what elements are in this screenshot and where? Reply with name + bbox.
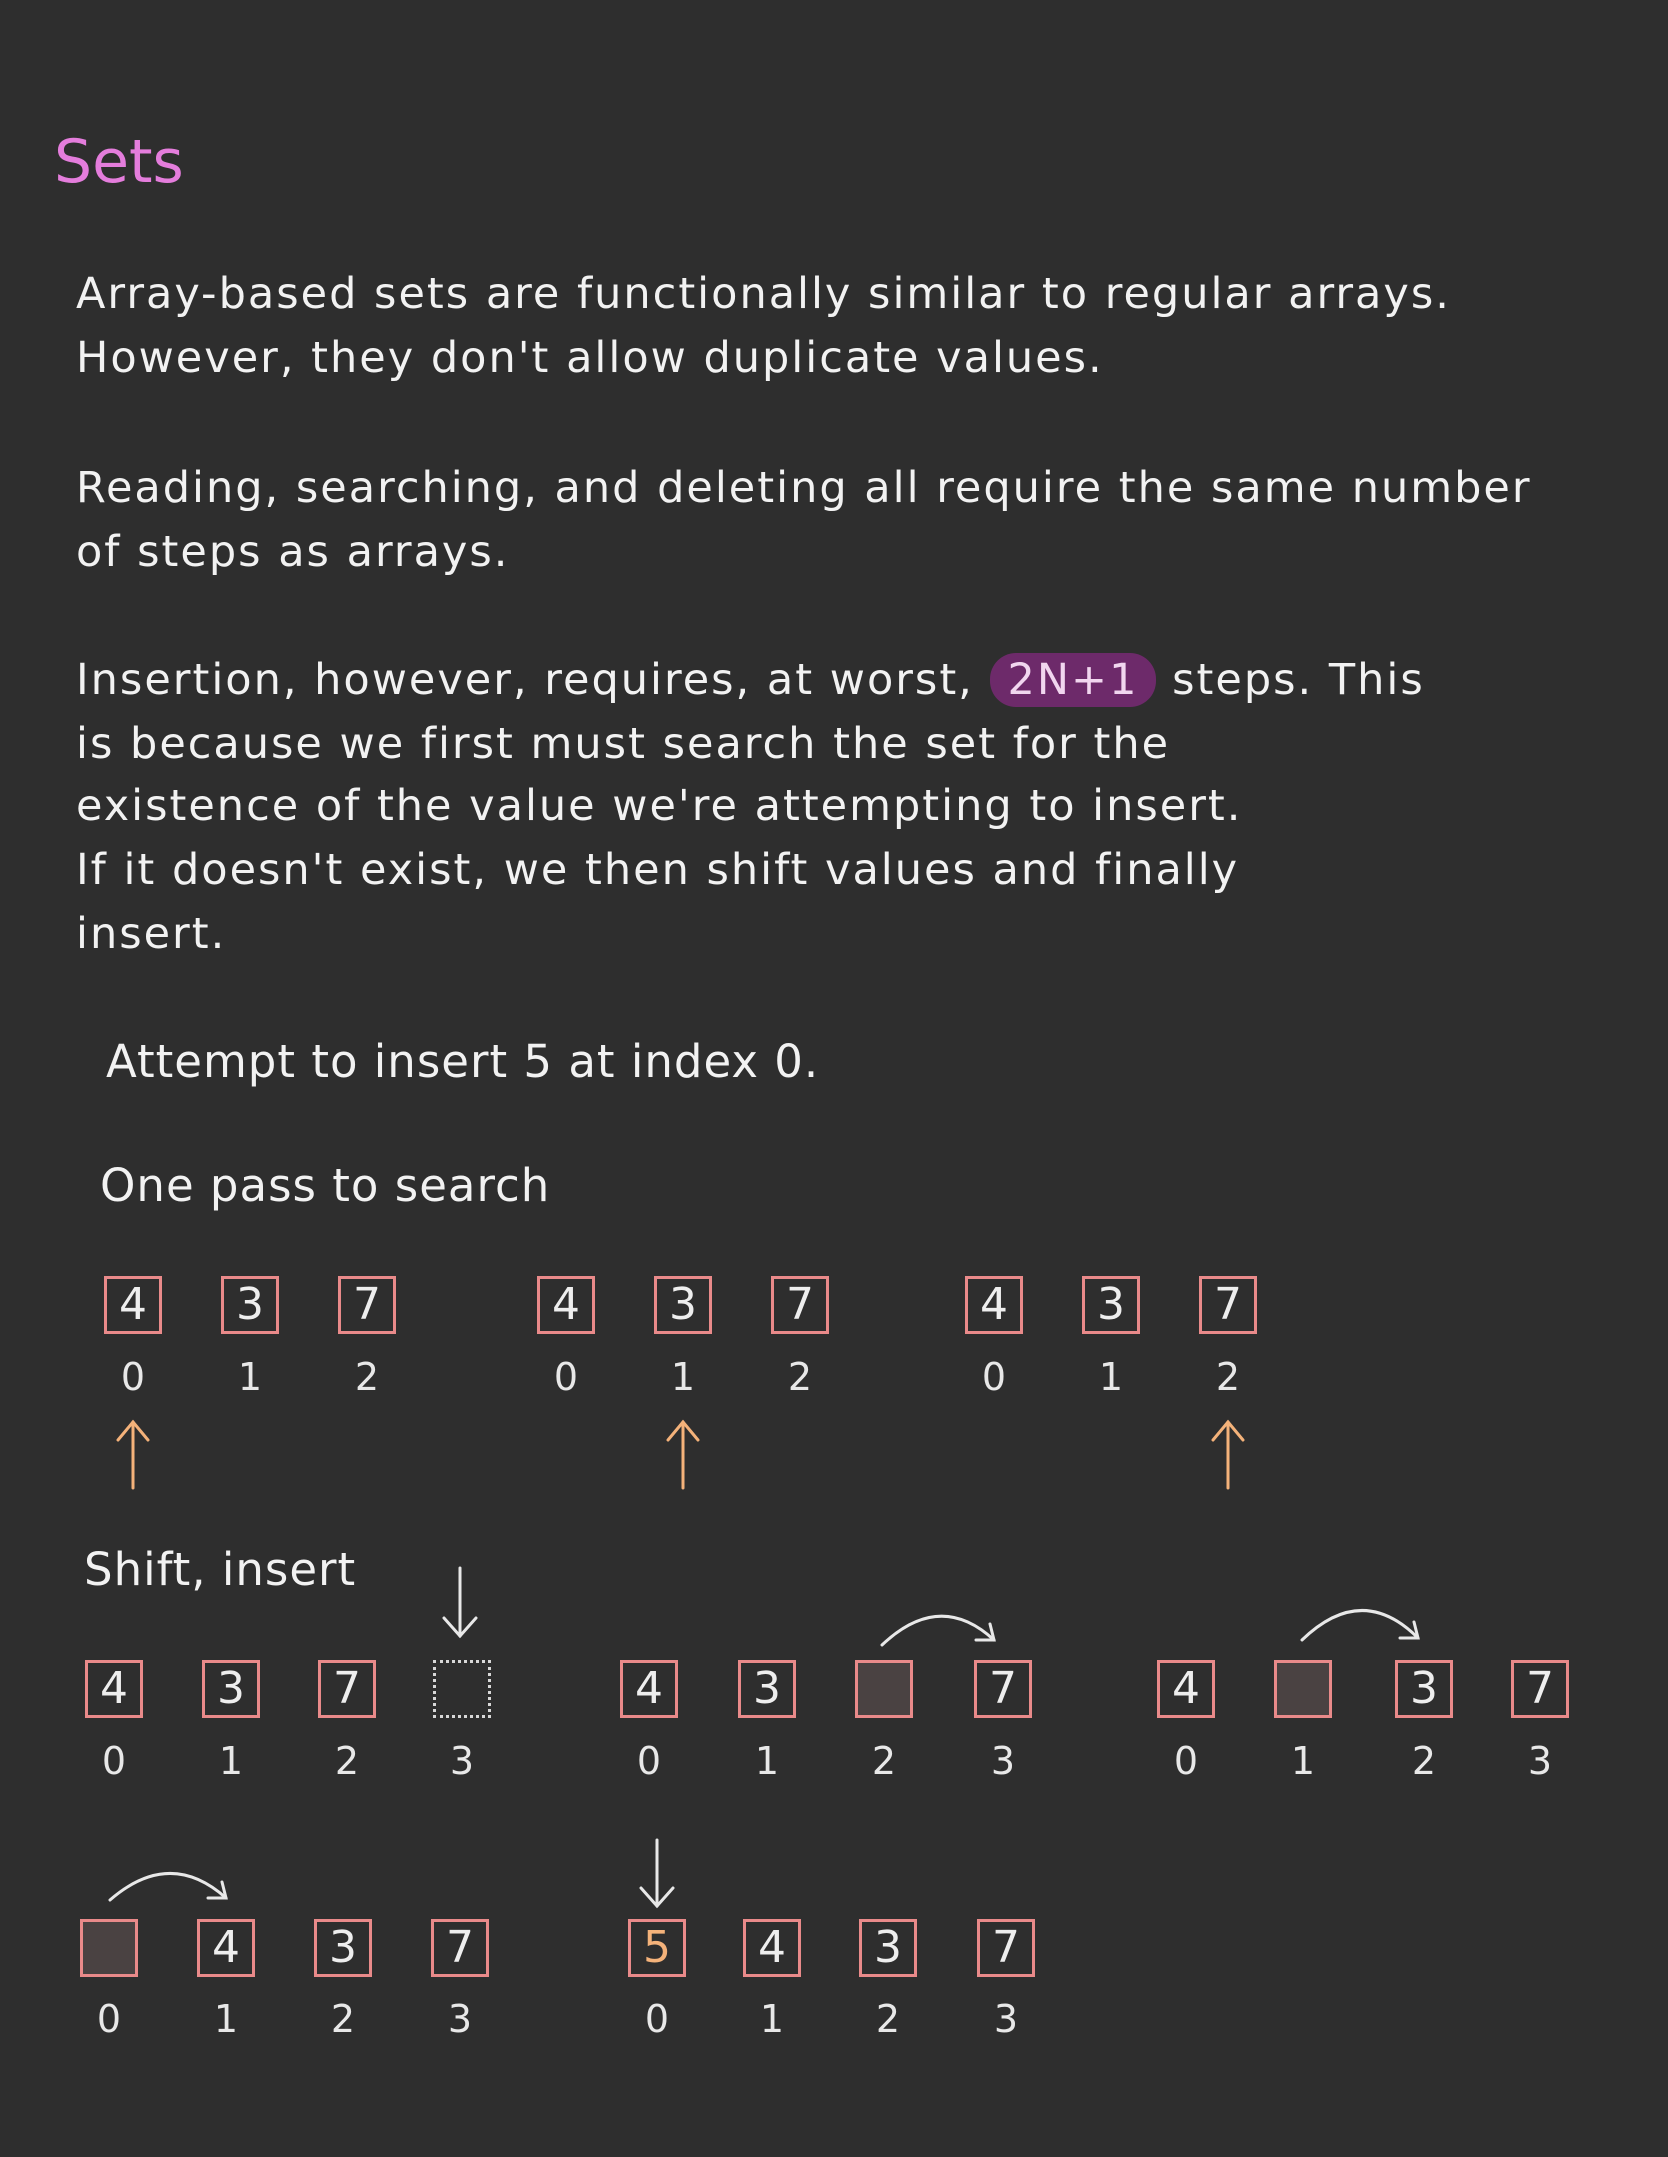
curved-arrow-icon bbox=[108, 1872, 228, 1902]
pointer-arrow-icon bbox=[1211, 1419, 1245, 1490]
pointer-arrow-icon bbox=[116, 1419, 150, 1490]
pointer-arrow-icon bbox=[666, 1419, 700, 1490]
down-arrow-icon bbox=[442, 1566, 478, 1639]
arrow-overlay bbox=[108, 1419, 1420, 1909]
down-arrow-icon bbox=[639, 1838, 675, 1909]
curved-arrow-icon bbox=[880, 1614, 996, 1647]
curved-arrow-icon bbox=[1300, 1609, 1420, 1642]
